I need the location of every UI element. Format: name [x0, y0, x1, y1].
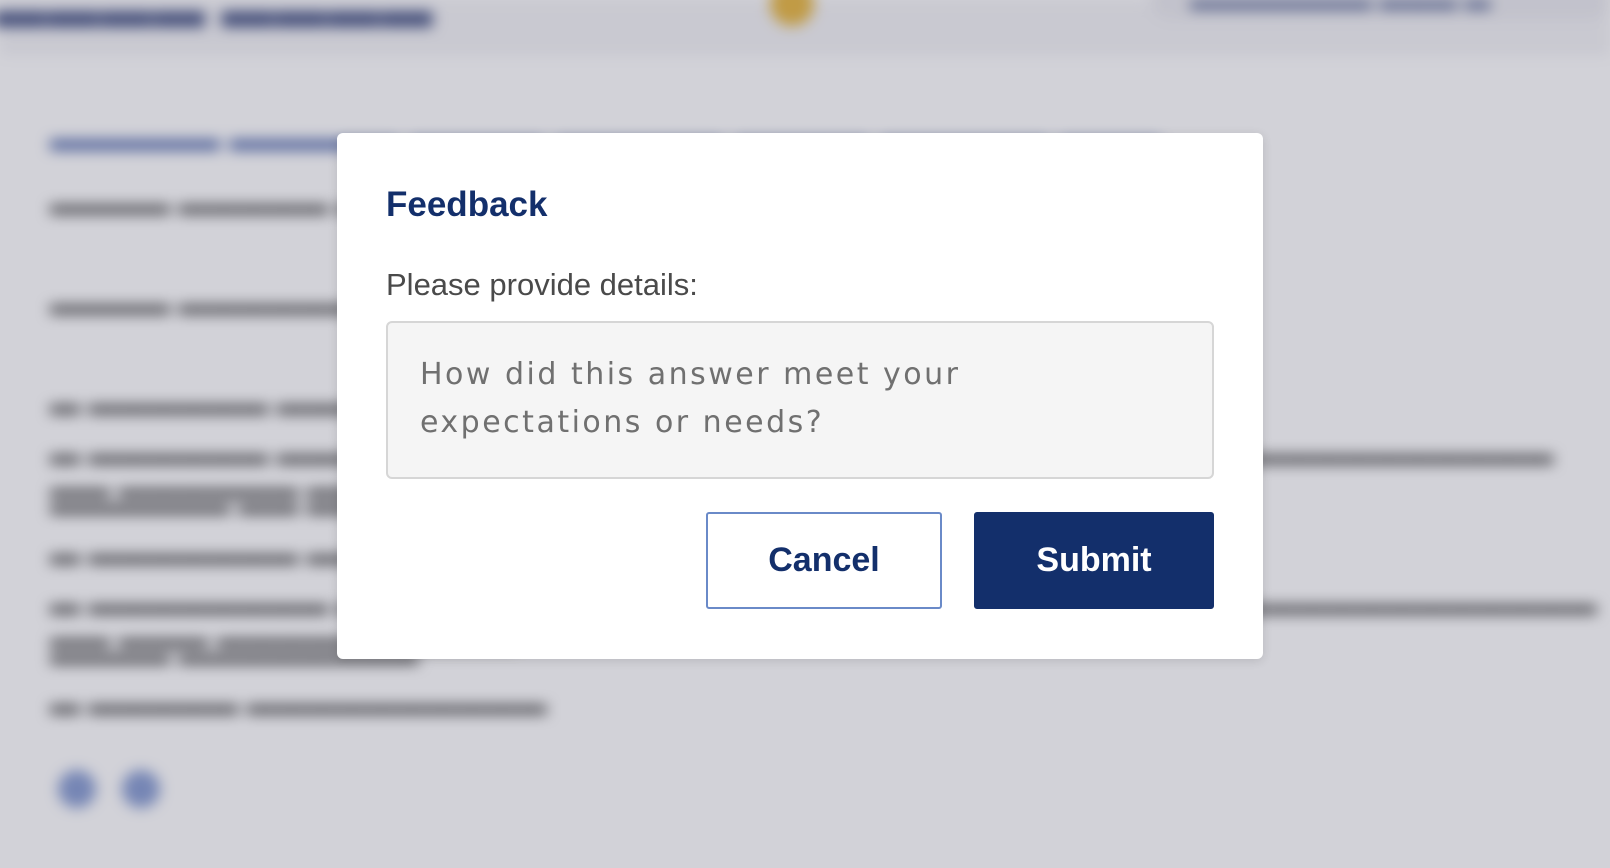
feedback-dialog: Feedback Please provide details: Cancel … — [337, 133, 1263, 659]
page: ▬▬▬▬ ▬▬▬▬ ▬▬▬▬▬▬▬ ▬▬▬ ▬ ▬▬▬▬▬ ▬▬▬▬▬ ▬▬▬▬… — [0, 0, 1610, 868]
dialog-title: Feedback — [386, 185, 548, 224]
submit-button[interactable]: Submit — [974, 512, 1214, 609]
details-label: Please provide details: — [386, 267, 698, 302]
feedback-details-input[interactable] — [386, 321, 1214, 479]
cancel-button[interactable]: Cancel — [706, 512, 942, 609]
